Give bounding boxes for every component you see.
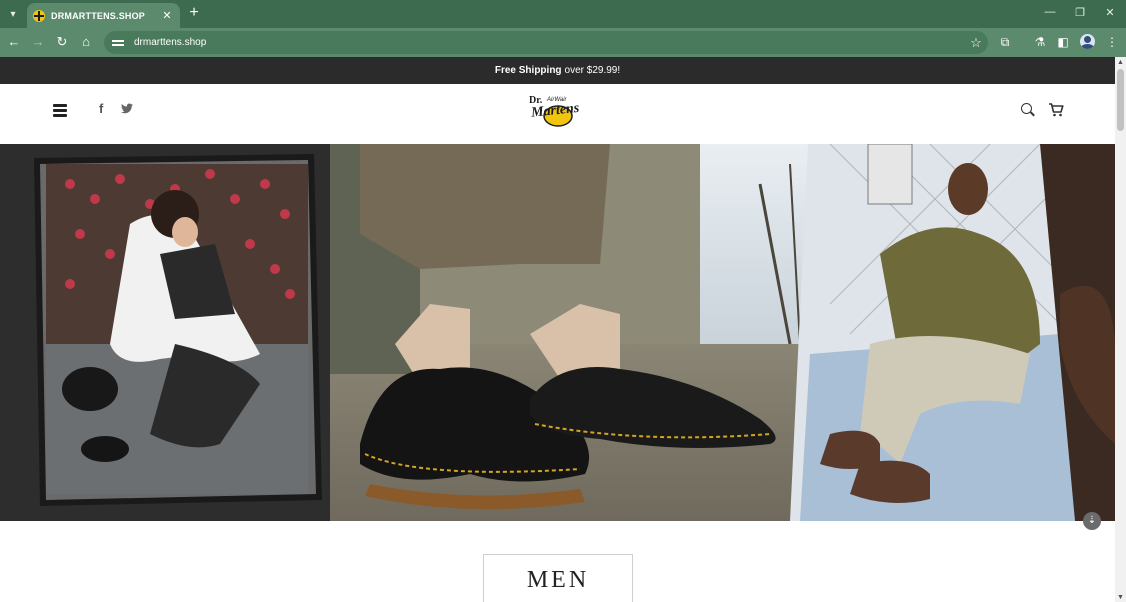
new-tab-button[interactable]: + xyxy=(186,5,202,21)
site-favicon-icon xyxy=(33,9,45,22)
restore-icon[interactable]: ❐ xyxy=(1072,6,1088,19)
home-icon[interactable]: ⌂ xyxy=(78,34,94,50)
browser-toolbar: ← → ↻ ⌂ drmarttens.shop ☆ ⧉ ⚗ ◧ ⋮ xyxy=(0,28,1126,57)
tab-title: DRMARTTENS.SHOP xyxy=(51,10,146,21)
scroll-thumb[interactable] xyxy=(1117,69,1124,131)
scroll-to-top-icon[interactable]: ⇣ xyxy=(1083,512,1101,530)
facebook-icon[interactable]: f xyxy=(99,101,103,116)
search-icon[interactable] xyxy=(1021,103,1035,117)
cart-icon[interactable] xyxy=(1048,102,1064,118)
browser-tab-active[interactable]: DRMARTTENS.SHOP ✕ xyxy=(27,3,180,28)
menu-icon[interactable] xyxy=(53,104,67,117)
scroll-up-arrow-icon[interactable]: ▲ xyxy=(1115,59,1126,66)
web-page: Free Shipping over $29.99! f Dr. AirWair… xyxy=(0,57,1115,602)
browser-tab-strip: ▾ DRMARTTENS.SHOP ✕ + — ❐ ✕ xyxy=(0,0,1126,28)
extensions-icon[interactable]: ⧉ xyxy=(997,34,1013,50)
announcement-text: over $29.99! xyxy=(564,65,621,76)
forward-icon[interactable]: → xyxy=(30,34,46,50)
tab-close-icon[interactable]: ✕ xyxy=(160,9,174,22)
twitter-icon[interactable] xyxy=(121,102,133,117)
address-bar[interactable]: drmarttens.shop ☆ xyxy=(104,31,988,54)
announcement-bold: Free Shipping xyxy=(494,65,562,76)
site-info-icon[interactable] xyxy=(112,38,124,48)
category-section: MEN xyxy=(0,521,1115,602)
site-header: f Dr. AirWair Martens xyxy=(0,84,1115,144)
hero-banner[interactable] xyxy=(0,144,1115,521)
minimize-icon[interactable]: — xyxy=(1042,6,1058,18)
category-card-men[interactable]: MEN xyxy=(483,554,633,602)
back-icon[interactable]: ← xyxy=(6,34,22,50)
category-label-men: MEN xyxy=(526,567,590,593)
profile-avatar[interactable] xyxy=(1080,34,1095,49)
reload-icon[interactable]: ↻ xyxy=(54,34,70,50)
page-scrollbar[interactable]: ▲ ▼ xyxy=(1115,57,1126,602)
labs-flask-icon[interactable]: ⚗ xyxy=(1032,34,1048,50)
announcement-bar: Free Shipping over $29.99! xyxy=(0,57,1115,84)
tab-search-icon[interactable]: ▾ xyxy=(4,5,22,23)
scroll-down-arrow-icon[interactable]: ▼ xyxy=(1115,594,1126,601)
browser-menu-icon[interactable]: ⋮ xyxy=(1104,34,1120,50)
dr-martens-logo[interactable]: Dr. AirWair Martens xyxy=(525,92,591,128)
address-text: drmarttens.shop xyxy=(134,37,207,48)
close-window-icon[interactable]: ✕ xyxy=(1102,6,1118,19)
side-panel-icon[interactable]: ◧ xyxy=(1055,34,1071,50)
bookmark-star-icon[interactable]: ☆ xyxy=(964,35,988,51)
